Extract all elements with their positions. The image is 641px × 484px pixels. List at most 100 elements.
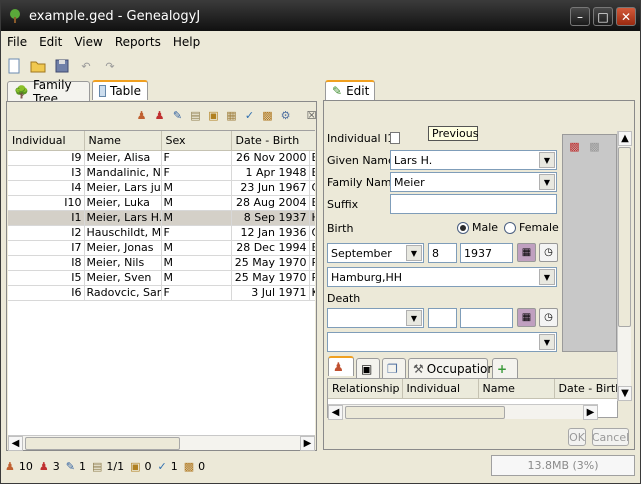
col-name[interactable]: Name: [478, 379, 555, 399]
table-row[interactable]: I5 Meier, Sven M 25 May 1970 R: [8, 270, 315, 286]
scroll-right-icon[interactable]: ▶: [583, 404, 598, 420]
menu-view[interactable]: View: [68, 35, 108, 49]
menu-help[interactable]: Help: [167, 35, 206, 49]
table-row[interactable]: I4 Meier, Lars jun. M 23 Jun 1967 C: [8, 180, 315, 196]
undo-icon[interactable]: ↶: [77, 57, 95, 75]
menu-bar: File Edit View Reports Help: [1, 32, 640, 52]
tab-table[interactable]: Table: [92, 80, 148, 100]
family-icon: ♟: [38, 459, 49, 473]
tab-family-tree[interactable]: 🌳 Family Tree: [7, 78, 90, 106]
tab-edit[interactable]: ✎ Edit: [325, 80, 375, 100]
subtab-properties[interactable]: ▣: [356, 358, 380, 378]
col-sex[interactable]: Sex: [161, 131, 232, 151]
title-bar[interactable]: example.ged - GenealogyJ – □ ✕: [1, 1, 640, 31]
given-name-combo[interactable]: Lars H. ▼: [390, 150, 557, 170]
suffix-field[interactable]: [390, 194, 557, 214]
calendar-icon[interactable]: ▦: [517, 243, 536, 262]
birth-day-field[interactable]: 8: [428, 243, 457, 263]
relationships-horizontal-scrollbar[interactable]: ◀ ▶: [328, 404, 598, 420]
scroll-right-icon[interactable]: ▶: [300, 435, 315, 451]
document-icon[interactable]: [390, 132, 400, 144]
scroll-down-icon[interactable]: ▼: [618, 386, 632, 401]
cell-name: Meier, Nils: [84, 255, 162, 271]
family-icon[interactable]: ♟: [152, 108, 167, 123]
individual-icon[interactable]: ♟: [134, 108, 149, 123]
table-row[interactable]: I8 Meier, Nils M 25 May 1970 R: [8, 255, 315, 271]
col-date-birth[interactable]: Date - Birth: [231, 131, 315, 151]
birth-month-select[interactable]: September ▼: [327, 243, 424, 263]
scroll-thumb[interactable]: [618, 147, 631, 327]
menu-edit[interactable]: Edit: [33, 35, 68, 49]
edit-vertical-scrollbar[interactable]: ▲ ▼: [617, 131, 632, 401]
col-date-birth[interactable]: Date - Birth: [554, 379, 617, 399]
menu-file[interactable]: File: [1, 35, 33, 49]
birth-year-field[interactable]: 1937: [460, 243, 513, 263]
scroll-up-icon[interactable]: ▲: [618, 131, 632, 146]
menu-reports[interactable]: Reports: [109, 35, 167, 49]
source-icon[interactable]: ▣: [206, 108, 221, 123]
tab-edit-label: Edit: [346, 84, 370, 98]
death-year-field[interactable]: [460, 308, 513, 328]
birth-place-combo[interactable]: Hamburg,HH ▼: [327, 267, 557, 287]
settings-icon[interactable]: ⚙: [278, 108, 293, 123]
scroll-left-icon[interactable]: ◀: [328, 404, 343, 420]
new-file-icon[interactable]: [5, 57, 23, 75]
clock-icon[interactable]: ◷: [539, 308, 558, 327]
media-file-icon[interactable]: ▤: [188, 108, 203, 123]
cell-sex: M: [161, 255, 232, 271]
package-icon[interactable]: ▩: [260, 108, 275, 123]
table-row[interactable]: I6 Radovcic, Sand F 3 Jul 1971 K: [8, 285, 315, 301]
family-name-combo[interactable]: Meier ▼: [390, 172, 557, 192]
col-individual[interactable]: Individual: [402, 379, 479, 399]
death-month-select[interactable]: ▼: [327, 308, 424, 328]
remove-media-icon[interactable]: ▩: [587, 139, 602, 154]
redo-icon[interactable]: ↷: [101, 57, 119, 75]
table-row[interactable]: I7 Meier, Jonas M 28 Dec 1994 B: [8, 240, 315, 256]
cell-id: I4: [8, 180, 85, 196]
table-row[interactable]: I9 Meier, Alisa F 26 Nov 2000 B: [8, 150, 315, 166]
calendar-icon[interactable]: ▦: [517, 308, 536, 327]
cancel-button[interactable]: Cancel: [592, 428, 629, 446]
memory-indicator[interactable]: 13.8MB (3%): [491, 455, 635, 476]
chevron-down-icon[interactable]: ▼: [539, 174, 555, 190]
close-view-icon[interactable]: ☒: [304, 108, 319, 123]
table-row[interactable]: I3 Mandalinic, Nad F 1 Apr 1948 B: [8, 165, 315, 181]
chevron-down-icon[interactable]: ▼: [406, 245, 422, 261]
subtab-occupation[interactable]: ⚒ Occupation: [408, 358, 495, 378]
scroll-left-icon[interactable]: ◀: [8, 435, 23, 451]
ok-button[interactable]: OK: [568, 428, 586, 446]
table-horizontal-scrollbar[interactable]: ◀ ▶: [8, 435, 315, 451]
save-icon[interactable]: [53, 57, 71, 75]
note-icon[interactable]: ✎: [170, 108, 185, 123]
table-row-selected[interactable]: I1 Meier, Lars H. M 8 Sep 1937 H: [8, 210, 315, 226]
cell-birth: 1 Apr 1948: [231, 165, 310, 181]
table-row[interactable]: I2 Hauschildt, Mar F 12 Jan 1936 Q: [8, 225, 315, 241]
table-row[interactable]: I10 Meier, Luka M 28 Aug 2004 B: [8, 195, 315, 211]
submitter-icon[interactable]: ✓: [242, 108, 257, 123]
subtab-add[interactable]: +: [492, 358, 518, 378]
male-radio[interactable]: Male: [457, 221, 498, 234]
col-individual[interactable]: Individual: [8, 131, 85, 151]
maximize-button[interactable]: □: [593, 7, 613, 26]
scroll-thumb[interactable]: [25, 436, 180, 450]
cell-birth: 25 May 1970: [231, 270, 310, 286]
female-radio[interactable]: Female: [504, 221, 559, 234]
minimize-button[interactable]: –: [570, 7, 590, 26]
clock-icon[interactable]: ◷: [539, 243, 558, 262]
chevron-down-icon[interactable]: ▼: [406, 310, 422, 326]
chevron-down-icon[interactable]: ▼: [539, 334, 555, 350]
subtab-images[interactable]: ❐: [382, 358, 406, 378]
repository-icon[interactable]: ▦: [224, 108, 239, 123]
add-media-icon[interactable]: ▩: [567, 139, 582, 154]
subtab-relationships[interactable]: ♟: [328, 356, 354, 376]
death-place-combo[interactable]: ▼: [327, 332, 557, 352]
scroll-thumb[interactable]: [345, 405, 505, 419]
death-day-field[interactable]: [428, 308, 457, 328]
chevron-down-icon[interactable]: ▼: [539, 152, 555, 168]
col-name[interactable]: Name: [84, 131, 162, 151]
open-folder-icon[interactable]: [29, 57, 47, 75]
col-relationship[interactable]: Relationship: [328, 379, 403, 399]
cell-extra: B: [309, 150, 315, 166]
close-button[interactable]: ✕: [616, 7, 636, 26]
chevron-down-icon[interactable]: ▼: [539, 269, 555, 285]
